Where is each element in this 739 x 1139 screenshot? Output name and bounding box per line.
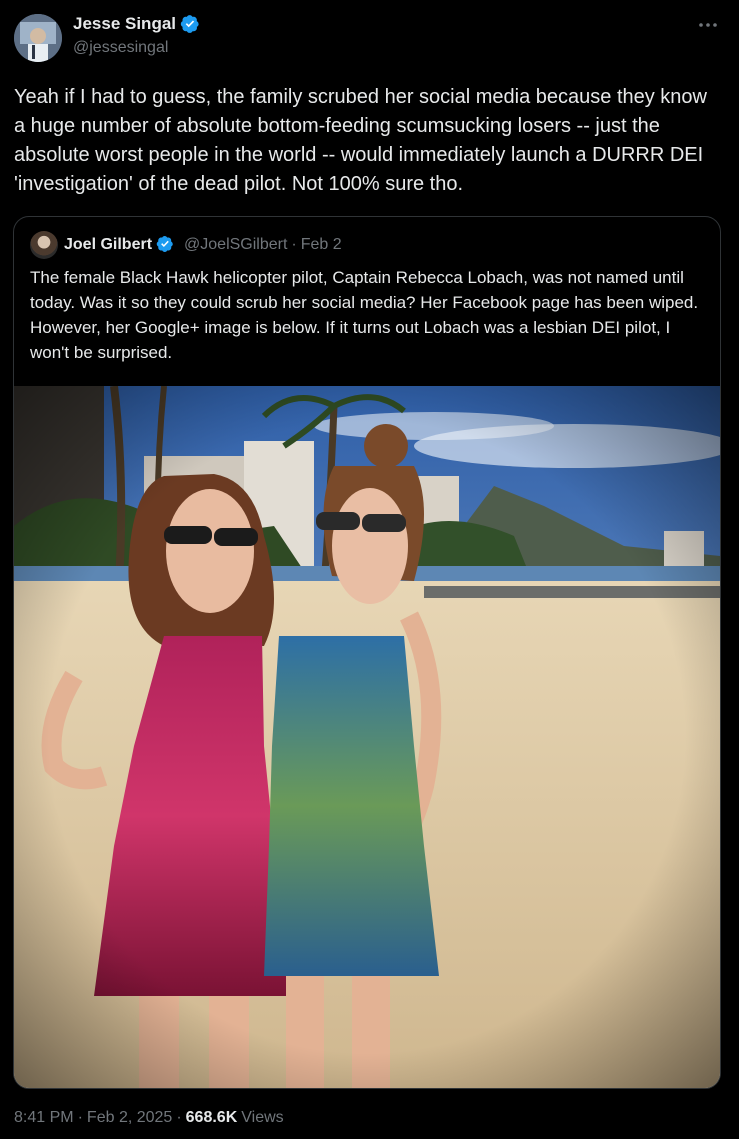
views-count: 668.6K <box>185 1109 238 1126</box>
quoted-verified-badge-icon <box>156 235 176 255</box>
author-handle[interactable]: @jessesingal <box>73 39 168 57</box>
author-avatar-graphic <box>14 14 62 62</box>
quoted-tweet[interactable]: Joel Gilbert @JoelSGilbert · Feb 2 The f… <box>13 216 721 1089</box>
quoted-photo[interactable] <box>14 386 720 1088</box>
verified-badge-icon <box>180 14 200 34</box>
quoted-header: Joel Gilbert @JoelSGilbert · Feb 2 <box>64 235 342 255</box>
more-icon[interactable] <box>697 14 719 36</box>
author-avatar[interactable] <box>14 14 62 62</box>
tweet-date[interactable]: Feb 2, 2025 <box>87 1109 172 1127</box>
tweet-meta: 8:41 PM · Feb 2, 2025 · 668.6K Views <box>14 1109 284 1127</box>
quoted-text: The female Black Hawk helicopter pilot, … <box>30 268 699 362</box>
quoted-author-name[interactable]: Joel Gilbert <box>64 236 152 254</box>
tweet-text: Yeah if I had to guess, the family scrub… <box>14 86 713 195</box>
tweet-time[interactable]: 8:41 PM <box>14 1109 74 1127</box>
quoted-date[interactable]: Feb 2 <box>301 236 342 254</box>
author-name[interactable]: Jesse Singal <box>73 14 176 34</box>
quoted-author-handle[interactable]: @JoelSGilbert <box>184 236 287 254</box>
author-name-row[interactable]: Jesse Singal <box>73 14 200 34</box>
views-label: Views <box>241 1109 284 1126</box>
quoted-separator: · <box>291 236 297 253</box>
meta-separator: · <box>77 1109 83 1126</box>
quoted-author-avatar[interactable] <box>30 231 58 259</box>
meta-separator: · <box>176 1109 182 1126</box>
